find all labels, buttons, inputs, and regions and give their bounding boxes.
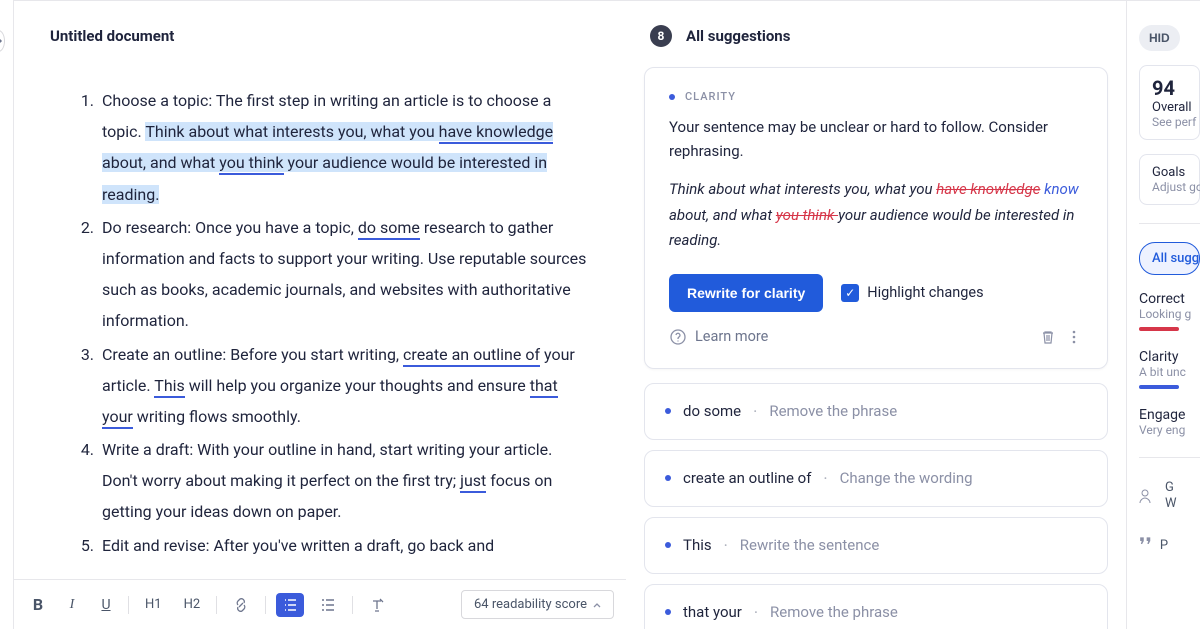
ordered-list-button[interactable] — [276, 593, 304, 617]
document-title[interactable]: Untitled document — [14, 1, 626, 45]
right-rail: HID 94 Overall See perf Goals Adjust go … — [1126, 0, 1200, 629]
correctness-bar — [1139, 327, 1179, 331]
list-item[interactable]: Create an outline: Before you start writ… — [98, 339, 590, 433]
card-example: Think about what interests you, what you… — [669, 177, 1083, 254]
editor-pane: Untitled document Choose a topic: The fi… — [14, 0, 626, 629]
h1-button[interactable]: H1 — [139, 593, 168, 616]
separator — [352, 596, 353, 614]
italic-button[interactable]: I — [60, 593, 84, 617]
link-button[interactable] — [227, 593, 255, 617]
feature-row[interactable]: G W — [1139, 476, 1200, 515]
card-actions: Rewrite for clarity ✓ Highlight changes — [669, 274, 1083, 312]
bullet-list-icon — [320, 597, 336, 613]
list-item[interactable]: Edit and revise: After you've written a … — [98, 530, 590, 561]
clear-formatting-button[interactable] — [363, 593, 391, 617]
quote-icon: ❜❜ — [1139, 533, 1152, 558]
clarity-dot-icon — [669, 94, 675, 100]
correctness-category[interactable]: Correct Looking g — [1139, 289, 1200, 333]
engagement-category[interactable]: Engage Very eng — [1139, 405, 1200, 439]
separator — [1139, 223, 1200, 224]
card-description: Your sentence may be unclear or hard to … — [669, 115, 1083, 163]
h2-button[interactable]: H2 — [178, 593, 207, 616]
formatting-toolbar: B I U H1 H2 64 readability score — [14, 579, 626, 629]
dot-icon — [665, 609, 671, 615]
left-rail — [0, 0, 14, 629]
ordered-list-icon — [282, 597, 298, 613]
clarity-category[interactable]: Clarity A bit unc — [1139, 347, 1200, 391]
highlight-changes-checkbox[interactable]: ✓ Highlight changes — [841, 284, 983, 302]
separator — [1139, 457, 1200, 458]
suggestions-title: All suggestions — [686, 27, 790, 45]
chevron-up-icon — [593, 601, 601, 609]
question-icon — [669, 328, 687, 346]
suggestion-mini-card[interactable]: that your · Remove the phrase — [644, 584, 1108, 629]
clarity-suggestion-card[interactable]: CLARITY Your sentence may be unclear or … — [644, 67, 1108, 369]
list-item[interactable]: Write a draft: With your outline in hand… — [98, 434, 590, 528]
hide-assistant-button[interactable]: HID — [1139, 25, 1180, 51]
collapse-sidebar-button[interactable] — [0, 30, 5, 52]
checkbox-checked-icon: ✓ — [841, 284, 859, 302]
readability-score[interactable]: 64 readability score — [461, 590, 614, 619]
bold-button[interactable]: B — [26, 591, 50, 618]
rewrite-button[interactable]: Rewrite for clarity — [669, 274, 823, 312]
suggestions-header: 8 All suggestions — [644, 25, 1108, 47]
learn-more-link[interactable]: Learn more — [669, 328, 1031, 346]
link-icon — [233, 597, 249, 613]
highlighted-text: Think about what interests you, what you… — [102, 122, 553, 203]
clear-format-icon — [369, 597, 385, 613]
suggestion-mini-card[interactable]: This · Rewrite the sentence — [644, 517, 1108, 574]
separator — [265, 596, 266, 614]
trash-icon[interactable] — [1039, 328, 1057, 346]
clarity-bar — [1139, 385, 1179, 389]
dot-icon — [665, 475, 671, 481]
separator — [216, 596, 217, 614]
suggestions-pane: 8 All suggestions CLARITY Your sentence … — [626, 0, 1126, 629]
card-tag: CLARITY — [669, 90, 1083, 103]
all-suggestions-pill[interactable]: All sugg — [1139, 242, 1200, 275]
suggestion-mini-card[interactable]: do some · Remove the phrase — [644, 383, 1108, 440]
goals-card[interactable]: Goals Adjust go — [1139, 154, 1200, 205]
separator — [128, 596, 129, 614]
dot-icon — [665, 408, 671, 414]
underline-button[interactable]: U — [94, 593, 118, 617]
chevron-right-icon — [0, 36, 4, 46]
card-footer: Learn more — [669, 328, 1083, 346]
person-icon — [1139, 487, 1157, 505]
more-icon[interactable] — [1065, 328, 1083, 346]
feature-row[interactable]: ❜❜ P — [1139, 529, 1200, 562]
overall-score-card[interactable]: 94 Overall See perf — [1139, 65, 1200, 140]
suggestion-mini-card[interactable]: create an outline of · Change the wordin… — [644, 450, 1108, 507]
bullet-list-button[interactable] — [314, 593, 342, 617]
suggestion-count-badge: 8 — [650, 25, 672, 47]
list-item[interactable]: Choose a topic: The first step in writin… — [98, 85, 590, 210]
app-root: Untitled document Choose a topic: The fi… — [0, 0, 1200, 629]
list-item[interactable]: Do research: Once you have a topic, do s… — [98, 212, 590, 337]
document-content[interactable]: Choose a topic: The first step in writin… — [14, 45, 626, 579]
dot-icon — [665, 542, 671, 548]
